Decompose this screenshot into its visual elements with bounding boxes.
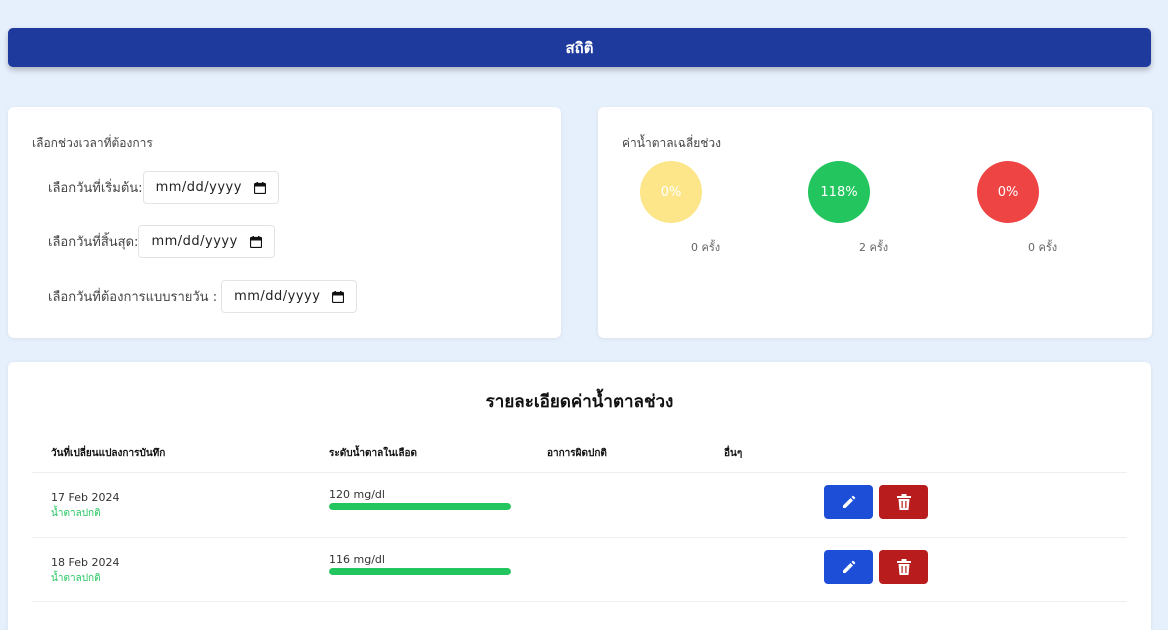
pencil-icon [842, 560, 855, 573]
normal-sugar-stat-circle: 118% [808, 161, 870, 223]
row2-level-bar-fill [329, 568, 511, 575]
row2-edit-button[interactable] [824, 550, 873, 584]
calendar-icon[interactable] [332, 290, 345, 303]
daily-date-row: เลือกวันที่ต้องการแบบรายวัน : mm/dd/yyyy [48, 280, 358, 313]
row1-level-bar-fill [329, 503, 511, 510]
header-other: อื่นๆ [724, 448, 743, 459]
trash-icon [896, 559, 911, 575]
end-date-row: เลือกวันที่สิ้นสุด: mm/dd/yyyy [48, 225, 275, 258]
row2-status: น้ำตาลปกติ [51, 573, 101, 584]
row2-level-bar [329, 568, 511, 575]
daily-date-label: เลือกวันที่ต้องการแบบรายวัน : [48, 290, 218, 305]
end-date-input[interactable]: mm/dd/yyyy [138, 225, 275, 258]
low-sugar-count: 0 ครั้ง [691, 241, 721, 254]
normal-sugar-count: 2 ครั้ง [859, 241, 889, 254]
pencil-icon [842, 495, 855, 508]
header-symptoms: อาการผิดปกติ [547, 448, 607, 459]
row2-delete-button[interactable] [879, 550, 928, 584]
calendar-icon[interactable] [249, 235, 262, 248]
header-level: ระดับน้ำตาลในเลือด [329, 448, 418, 459]
row2-level: 116 mg/dl [329, 553, 385, 566]
row2-date: 18 Feb 2024 [51, 556, 120, 569]
trash-icon [896, 494, 911, 510]
header-date: วันที่เปลี่ยนแปลงการบันทึก [51, 448, 166, 459]
high-sugar-stat-circle: 0% [977, 161, 1039, 223]
row-divider [32, 537, 1127, 538]
row1-level-bar [329, 503, 511, 510]
calendar-icon[interactable] [253, 181, 266, 194]
start-date-input[interactable]: mm/dd/yyyy [142, 171, 279, 204]
start-date-row: เลือกวันที่เริ่มต้น: mm/dd/yyyy [48, 171, 279, 204]
row-divider [32, 472, 1127, 473]
date-card-title: เลือกช่วงเวลาที่ต้องการ [32, 136, 153, 150]
stats-card-title: ค่าน้ำตาลเฉลี่ยช่วง [622, 136, 721, 150]
low-sugar-stat-circle: 0% [640, 161, 702, 223]
row1-delete-button[interactable] [879, 485, 928, 519]
date-range-card: เลือกช่วงเวลาที่ต้องการ เลือกวันที่เริ่ม… [8, 107, 561, 338]
row1-edit-button[interactable] [824, 485, 873, 519]
row-divider [32, 601, 1127, 602]
average-stats-card: ค่าน้ำตาลเฉลี่ยช่วง 0% 0 ครั้ง 118% 2 คร… [598, 107, 1152, 338]
row1-status: น้ำตาลปกติ [51, 508, 101, 519]
row1-date: 17 Feb 2024 [51, 491, 120, 504]
table-title: รายละเอียดค่าน้ำตาลช่วง [485, 392, 674, 412]
header-bar: สถิติ [8, 28, 1151, 67]
details-table-card: รายละเอียดค่าน้ำตาลช่วง วันที่เปลี่ยนแปล… [8, 362, 1151, 630]
row1-level: 120 mg/dl [329, 488, 385, 501]
start-date-label: เลือกวันที่เริ่มต้น: [48, 181, 143, 196]
high-sugar-count: 0 ครั้ง [1028, 241, 1058, 254]
page-title: สถิติ [565, 38, 594, 57]
end-date-label: เลือกวันที่สิ้นสุด: [48, 235, 139, 250]
daily-date-input[interactable]: mm/dd/yyyy [221, 280, 358, 313]
